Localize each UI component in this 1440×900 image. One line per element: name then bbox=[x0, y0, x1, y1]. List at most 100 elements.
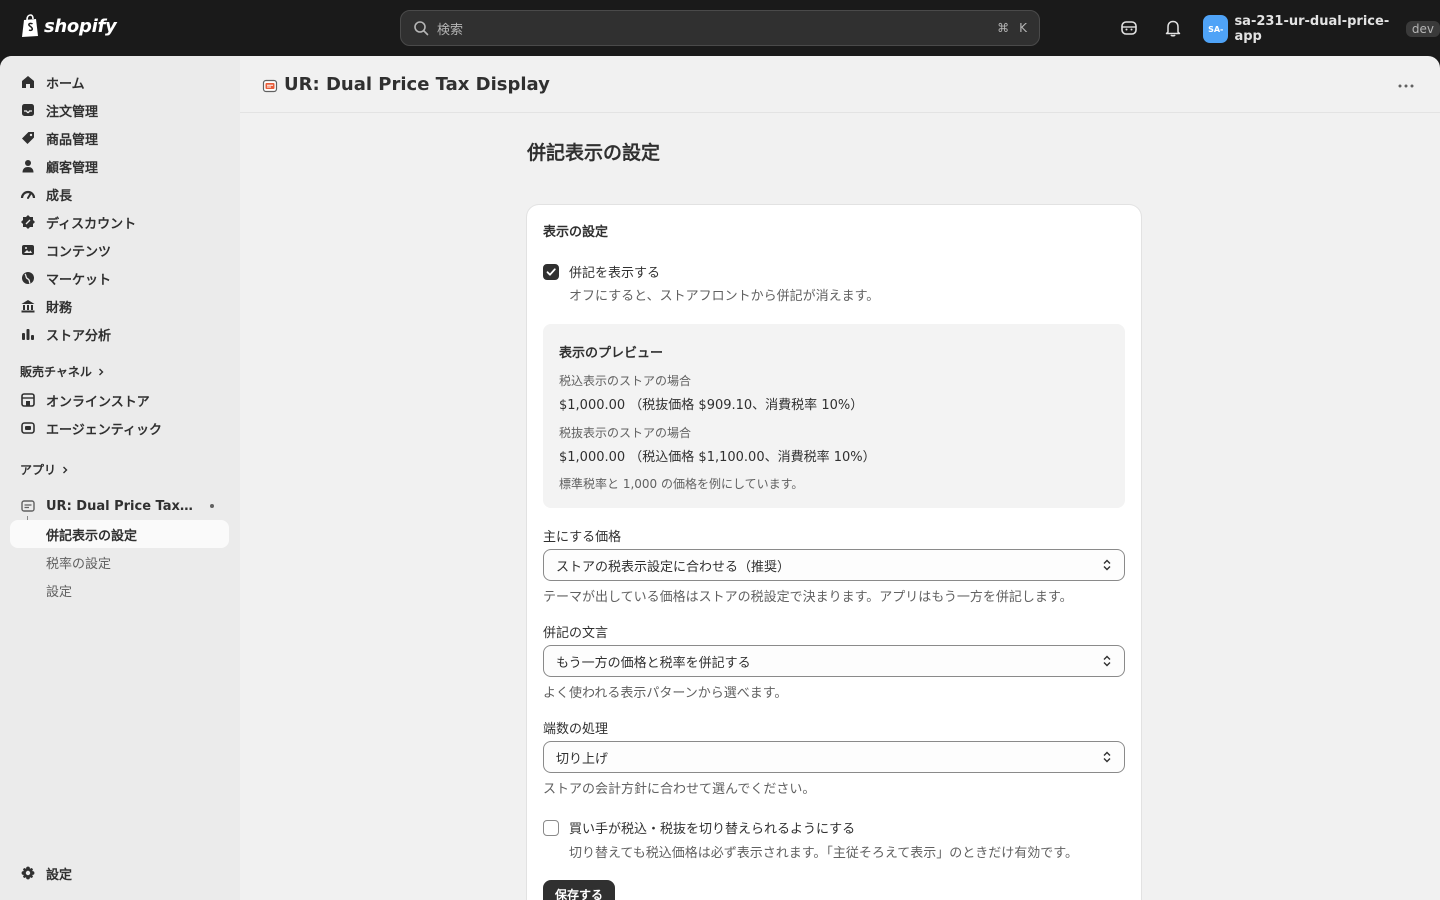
sidebar-item-orders[interactable]: 注文管理 bbox=[10, 96, 229, 124]
app-pin-dot bbox=[210, 504, 214, 508]
sidebar-app-dual-price[interactable]: UR: Dual Price Tax Dis... bbox=[10, 492, 229, 520]
page-title: 併記表示の設定 bbox=[527, 142, 661, 164]
notifications-button[interactable] bbox=[1162, 17, 1184, 39]
search-placeholder: 検索 bbox=[437, 22, 464, 38]
sidebar-item-content[interactable]: コンテンツ bbox=[10, 236, 229, 264]
more-actions-button[interactable] bbox=[1394, 76, 1418, 96]
shopify-bag-icon bbox=[22, 14, 38, 37]
sidebar-item-customers[interactable]: 顧客管理 bbox=[10, 152, 229, 180]
image-icon bbox=[22, 245, 34, 255]
app-title: UR: Dual Price Tax Display bbox=[284, 74, 550, 95]
rounding-help: ストアの会計方針に合わせて選んでください。 bbox=[543, 782, 816, 797]
preview-excl-value: $1,000.00 （税込価格 $1,100.00、消費税率 10%） bbox=[559, 450, 876, 465]
gauge-icon bbox=[20, 190, 36, 199]
wording-value: もう一方の価格と税率を併記する bbox=[556, 655, 751, 671]
apps-heading[interactable]: アプリ bbox=[20, 461, 70, 478]
sidebar-item-label: 成長 bbox=[46, 188, 73, 204]
sidebar-item-markets[interactable]: マーケット bbox=[10, 264, 229, 292]
env-badge: dev bbox=[1405, 21, 1440, 37]
sidebar-item-analytics[interactable]: ストア分析 bbox=[10, 320, 229, 348]
bank-icon bbox=[21, 300, 35, 313]
avatar: SA- bbox=[1203, 15, 1229, 43]
sidekick-icon bbox=[1121, 21, 1137, 35]
sidekick-button[interactable] bbox=[1118, 17, 1140, 39]
settings-card: 表示の設定 併記を表示する オフにすると、ストアフロントから併記が消えます。 表… bbox=[527, 205, 1141, 900]
top-bar: shopify 検索 ⌘ K SA- sa-231-ur-dual-price-… bbox=[0, 0, 1440, 56]
sidebar-item-label: 設定 bbox=[46, 867, 73, 883]
app-icon bbox=[262, 79, 278, 93]
sidebar-item-label: 顧客管理 bbox=[46, 160, 99, 176]
sales-channels-heading[interactable]: 販売チャネル bbox=[20, 363, 106, 380]
sidebar-subitem-settings[interactable]: 設定 bbox=[10, 576, 229, 604]
sidebar-subitem-tax-rates[interactable]: 税率の設定 bbox=[10, 548, 229, 576]
sidebar-item-label: オンラインストア bbox=[46, 394, 150, 410]
inbox-icon bbox=[22, 104, 34, 116]
buyer-toggle-help: 切り替えても税込価格は必ず表示されます。「主従そろえて表示」のときだけ有効です。 bbox=[569, 846, 1078, 861]
buyer-toggle-checkbox-row[interactable]: 買い手が税込・税抜を切り替えられるようにする bbox=[543, 818, 855, 837]
show-dual-checkbox-row[interactable]: 併記を表示する bbox=[543, 262, 660, 281]
sidebar-item-label: エージェンティック bbox=[46, 422, 162, 438]
rounding-select[interactable]: 切り上げ bbox=[543, 741, 1125, 773]
sidebar-item-agentic[interactable]: エージェンティック bbox=[10, 414, 229, 442]
app-title-bar: UR: Dual Price Tax Display bbox=[240, 56, 1440, 113]
preview-incl-caption: 税込表示のストアの場合 bbox=[559, 374, 692, 388]
preview-box: 表示のプレビュー 税込表示のストアの場合 $1,000.00 （税抜価格 $90… bbox=[543, 324, 1125, 508]
person-icon bbox=[22, 160, 34, 173]
account-menu[interactable]: SA- sa-231-ur-dual-price-app dev bbox=[1203, 14, 1440, 44]
sidebar-item-label: 商品管理 bbox=[46, 132, 99, 148]
card-title: 表示の設定 bbox=[543, 225, 609, 240]
sidebar-item-finance[interactable]: 財務 bbox=[10, 292, 229, 320]
sidebar-item-products[interactable]: 商品管理 bbox=[10, 124, 229, 152]
main-content: UR: Dual Price Tax Display 併記表示の設定 表示の設定… bbox=[240, 56, 1440, 900]
select-chevrons-icon bbox=[1103, 751, 1111, 763]
admin-frame: ホーム 注文管理 商品管理 顧客管理 成長 ディスカウント コンテンツ マーケッ… bbox=[0, 56, 1440, 900]
buyer-toggle-checkbox[interactable] bbox=[543, 819, 559, 836]
globe-icon bbox=[22, 272, 34, 284]
chevron-right-icon bbox=[63, 466, 68, 473]
primary-price-help: テーマが出している価格はストアの税設定で決まります。アプリはもう一方を併記します… bbox=[543, 590, 1073, 605]
wording-select[interactable]: もう一方の価格と税率を併記する bbox=[543, 645, 1125, 677]
app-name: UR: Dual Price Tax Dis... bbox=[46, 498, 196, 514]
sidebar-item-growth[interactable]: 成長 bbox=[10, 180, 229, 208]
more-horizontal-icon bbox=[1398, 84, 1414, 88]
search-bar[interactable]: 検索 ⌘ K bbox=[400, 10, 1040, 46]
discount-icon bbox=[21, 215, 35, 229]
store-name: sa-231-ur-dual-price-app bbox=[1234, 14, 1390, 44]
chart-icon bbox=[22, 329, 34, 340]
home-icon bbox=[22, 76, 34, 88]
sidebar-item-label: ストア分析 bbox=[46, 328, 112, 344]
primary-price-value: ストアの税表示設定に合わせる（推奨） bbox=[556, 559, 791, 575]
select-chevrons-icon bbox=[1103, 655, 1111, 667]
sidebar-item-label: コンテンツ bbox=[46, 244, 112, 260]
preview-excl-caption: 税抜表示のストアの場合 bbox=[559, 426, 692, 440]
preview-incl-value: $1,000.00 （税抜価格 $909.10、消費税率 10%） bbox=[559, 398, 864, 413]
sidebar-item-discounts[interactable]: ディスカウント bbox=[10, 208, 229, 236]
primary-price-select[interactable]: ストアの税表示設定に合わせる（推奨） bbox=[543, 549, 1125, 581]
wording-help: よく使われる表示パターンから選べます。 bbox=[543, 686, 788, 701]
tag-icon bbox=[22, 132, 34, 144]
save-button[interactable]: 保存する bbox=[543, 880, 616, 900]
sidebar-item-home[interactable]: ホーム bbox=[10, 68, 229, 96]
shortcut-cmd: ⌘ bbox=[997, 21, 1010, 35]
buyer-toggle-label: 買い手が税込・税抜を切り替えられるようにする bbox=[569, 822, 856, 837]
wording-label: 併記の文言 bbox=[543, 626, 609, 641]
bell-icon bbox=[1165, 20, 1181, 37]
sidebar-item-label: ホーム bbox=[46, 76, 85, 92]
shortcut-key: K bbox=[1019, 21, 1027, 35]
sidebar-item-online-store[interactable]: オンラインストア bbox=[10, 386, 229, 414]
sidebar-item-label: 財務 bbox=[46, 300, 73, 316]
logo-wordmark: shopify bbox=[44, 15, 117, 37]
chevron-right-icon bbox=[98, 368, 104, 375]
search-icon bbox=[414, 21, 429, 36]
section-heading-label: 販売チャネル bbox=[20, 365, 92, 379]
sidebar-item-settings[interactable]: 設定 bbox=[10, 859, 229, 887]
select-chevrons-icon bbox=[1103, 559, 1111, 571]
section-heading-label: アプリ bbox=[20, 463, 57, 477]
robot-icon bbox=[21, 422, 35, 434]
app-icon bbox=[21, 500, 35, 512]
rounding-label: 端数の処理 bbox=[543, 722, 609, 737]
sidebar-subitem-dual-display[interactable]: 併記表示の設定 bbox=[10, 520, 229, 548]
shopify-logo[interactable]: shopify bbox=[20, 14, 117, 38]
primary-price-label: 主にする価格 bbox=[543, 530, 622, 545]
show-dual-checkbox[interactable] bbox=[543, 263, 559, 280]
